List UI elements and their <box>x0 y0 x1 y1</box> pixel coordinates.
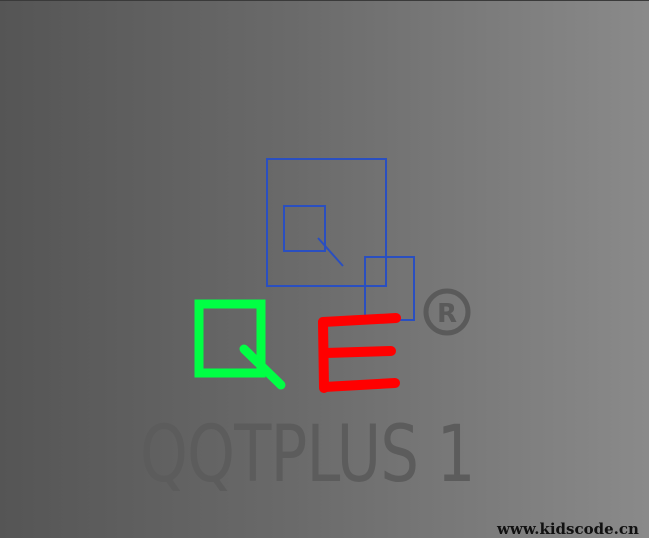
letter-e-icon <box>318 313 401 393</box>
svg-text:R: R <box>437 299 457 329</box>
product-title: QQTPLUS 1 <box>140 410 475 500</box>
watermark-text: www.kidscode.cn <box>497 520 639 538</box>
small-blue-square <box>283 205 326 252</box>
registered-mark-icon: R <box>423 288 471 336</box>
letter-q-icon <box>194 299 286 390</box>
corner-blue-square <box>364 256 415 321</box>
